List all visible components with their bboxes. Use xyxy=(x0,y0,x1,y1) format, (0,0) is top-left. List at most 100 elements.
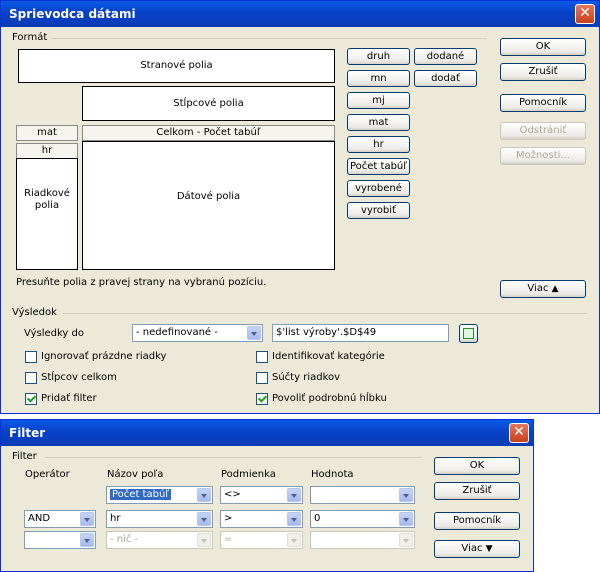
results-to-value: - nedefinované - xyxy=(136,327,218,338)
identify-categories-checkbox[interactable] xyxy=(256,351,268,363)
total-columns-checkbox[interactable] xyxy=(25,372,37,384)
condition-value-3: = xyxy=(224,534,233,545)
field-mj[interactable]: mj xyxy=(347,92,410,109)
field-select-2[interactable]: hr xyxy=(106,510,213,528)
operator-select-3[interactable] xyxy=(24,531,96,549)
filter-more-label: Viac xyxy=(461,543,483,554)
chevron-up-icon: ▲ xyxy=(551,284,559,294)
value-value-2: 0 xyxy=(314,513,321,524)
results-to-label: Výsledky do xyxy=(24,328,84,339)
datapilot-titlebar[interactable]: Sprievodca dátami xyxy=(1,1,599,27)
field-value-1: Počet tabúľ xyxy=(110,489,172,500)
filter-more-button[interactable]: Viac ▼ xyxy=(434,540,520,558)
filter-group-label: Filter xyxy=(12,451,37,462)
row-fields-label: Riadkové polia xyxy=(24,188,70,211)
more-button[interactable]: Viac ▲ xyxy=(500,280,586,298)
field-hr[interactable]: hr xyxy=(347,136,410,153)
total-columns-label: Stĺpcov celkom xyxy=(41,372,117,383)
row-field-hr[interactable]: hr xyxy=(16,143,78,159)
condition-select-3[interactable]: = xyxy=(220,531,303,549)
chevron-down-icon[interactable] xyxy=(287,488,301,502)
chevron-down-icon[interactable] xyxy=(399,488,413,502)
data-field-total[interactable]: Celkom - Počet tabúľ xyxy=(82,125,335,141)
field-mn[interactable]: mn xyxy=(347,70,410,87)
field-value-3: - nič - xyxy=(110,534,139,545)
row-field-mat[interactable]: mat xyxy=(16,125,78,141)
total-rows-checkbox[interactable] xyxy=(256,372,268,384)
header-condition: Podmienka xyxy=(221,469,276,480)
ignore-empty-checkbox[interactable] xyxy=(25,351,37,363)
format-divider xyxy=(51,38,487,39)
filter-title: Filter xyxy=(9,426,46,440)
header-field: Názov poľa xyxy=(107,469,164,480)
chevron-down-icon[interactable] xyxy=(80,512,94,526)
chevron-down-icon[interactable] xyxy=(287,512,301,526)
field-vyrobit[interactable]: vyrobiť xyxy=(347,202,410,219)
results-to-select[interactable]: - nedefinované - xyxy=(132,324,263,342)
shrink-button[interactable] xyxy=(459,324,478,343)
chevron-down-icon[interactable] xyxy=(197,488,211,502)
operator-select-2[interactable]: AND xyxy=(24,510,96,528)
filter-cancel-button[interactable]: Zrušiť xyxy=(434,482,520,500)
close-icon[interactable]: ✕ xyxy=(575,4,595,24)
field-vyrobene[interactable]: vyrobené xyxy=(347,180,410,197)
data-fields-zone[interactable]: Dátové polia xyxy=(82,141,335,270)
condition-value-2: > xyxy=(224,513,233,524)
drill-down-label: Povoliť podrobnú hĺbku xyxy=(272,393,387,404)
add-filter-checkbox[interactable] xyxy=(25,393,37,405)
field-pocet-tabul[interactable]: Počet tabúľ xyxy=(347,158,410,175)
value-input-3[interactable] xyxy=(310,531,415,549)
field-dodat[interactable]: dodať xyxy=(414,70,477,87)
field-value-2: hr xyxy=(110,513,121,524)
identify-categories-label: Identifikovať kategórie xyxy=(272,351,385,362)
row-fields-zone[interactable]: Riadkové polia xyxy=(16,158,78,270)
datapilot-dialog: Sprievodca dátami ✕ Formát Stranové poli… xyxy=(0,0,600,414)
condition-select-2[interactable]: > xyxy=(220,510,303,528)
format-group-label: Formát xyxy=(12,32,48,43)
value-input-2[interactable]: 0 xyxy=(310,510,415,528)
field-mat[interactable]: mat xyxy=(347,114,410,131)
header-operator: Operátor xyxy=(25,469,70,480)
filter-ok-button[interactable]: OK xyxy=(434,457,520,475)
page-fields-zone[interactable]: Stranové polia xyxy=(18,49,335,83)
ok-button[interactable]: OK xyxy=(500,38,586,56)
field-druh[interactable]: druh xyxy=(347,48,410,65)
filter-help-button[interactable]: Pomocník xyxy=(434,512,520,530)
options-button[interactable]: Možnosti... xyxy=(500,147,586,165)
filter-divider xyxy=(45,457,422,458)
result-divider xyxy=(63,313,587,314)
add-filter-label: Pridať filter xyxy=(41,393,97,404)
more-button-label: Viac xyxy=(527,283,549,294)
help-button[interactable]: Pomocník xyxy=(500,94,586,112)
chevron-down-icon[interactable] xyxy=(287,533,301,547)
header-value: Hodnota xyxy=(311,469,354,480)
datapilot-title: Sprievodca dátami xyxy=(9,7,136,21)
condition-value-1: <> xyxy=(224,489,241,500)
chevron-down-icon: ▼ xyxy=(485,544,493,554)
cancel-button[interactable]: Zrušiť xyxy=(500,63,586,81)
remove-button[interactable]: Odstrániť xyxy=(500,122,586,140)
chevron-down-icon[interactable] xyxy=(197,533,211,547)
condition-select-1[interactable]: <> xyxy=(220,486,303,504)
chevron-down-icon[interactable] xyxy=(80,533,94,547)
results-target-value: $'list výroby'.$D$49 xyxy=(276,327,377,338)
total-rows-label: Súčty riadkov xyxy=(272,372,341,383)
drill-down-checkbox[interactable] xyxy=(256,393,268,405)
operator-value-2: AND xyxy=(28,513,51,524)
column-fields-zone[interactable]: Stĺpcové polia xyxy=(82,86,335,121)
chevron-down-icon[interactable] xyxy=(197,512,211,526)
chevron-down-icon[interactable] xyxy=(399,533,413,547)
value-input-1[interactable] xyxy=(310,486,415,504)
operator-select-1[interactable]: Počet tabúľ xyxy=(106,486,213,504)
chevron-down-icon[interactable] xyxy=(399,512,413,526)
hint-text: Presuňte polia z pravej strany na vybran… xyxy=(16,277,267,288)
filter-titlebar[interactable]: Filter xyxy=(1,420,533,446)
shrink-icon xyxy=(463,328,474,339)
results-target-input[interactable]: $'list výroby'.$D$49 xyxy=(272,324,449,342)
filter-dialog: Filter ✕ Filter Operátor Názov poľa Podm… xyxy=(0,419,534,572)
ignore-empty-label: Ignorovať prázdne riadky xyxy=(41,351,167,362)
close-icon[interactable]: ✕ xyxy=(509,423,529,443)
field-select-3[interactable]: - nič - xyxy=(106,531,213,549)
field-dodane[interactable]: dodané xyxy=(414,48,477,65)
chevron-down-icon[interactable] xyxy=(247,326,261,340)
